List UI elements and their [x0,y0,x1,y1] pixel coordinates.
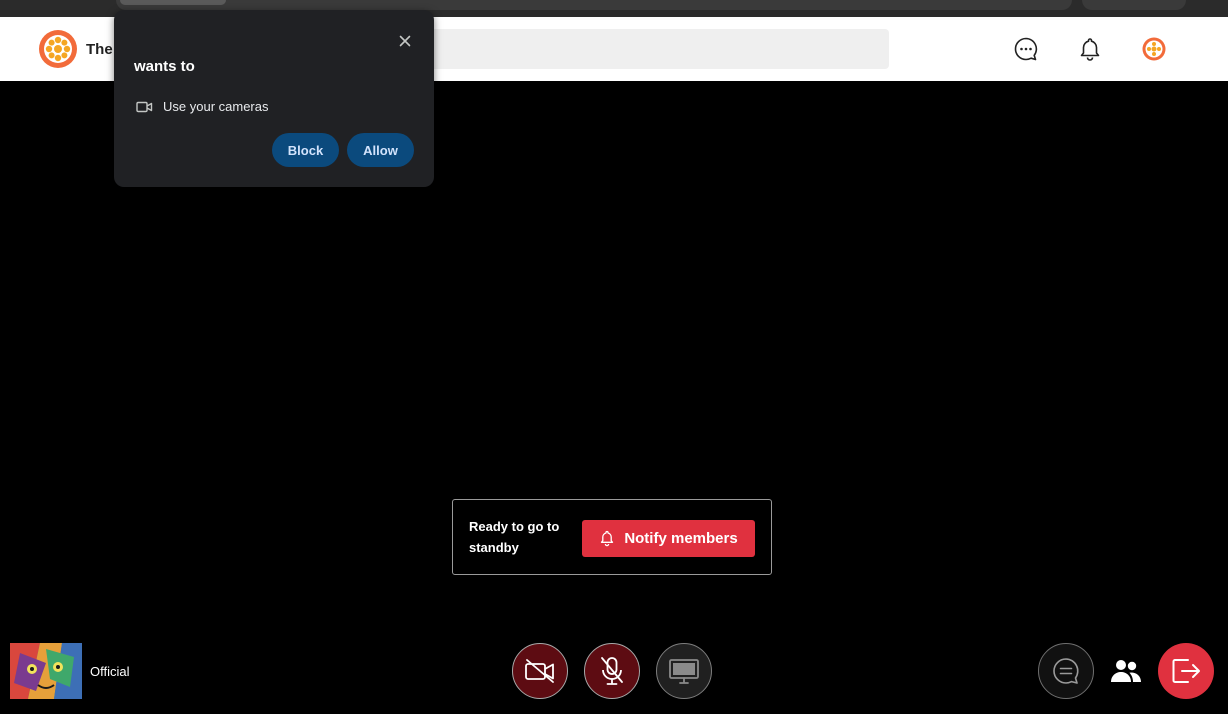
participants-button[interactable] [1098,643,1154,699]
app-name: The [86,41,113,58]
search-input[interactable] [420,29,889,69]
user-avatar[interactable] [1142,37,1166,61]
browser-profile-button[interactable] [1082,0,1186,10]
self-display-name: Official [90,664,130,679]
permission-item: Use your cameras [136,99,268,114]
camera-off-icon [525,659,554,683]
leave-button[interactable] [1158,643,1214,699]
toggle-camera-button[interactable] [512,643,568,699]
bell-icon [601,530,614,547]
share-screen-button[interactable] [656,643,712,699]
allow-button[interactable]: Allow [347,133,414,167]
exit-icon [1172,659,1200,683]
notify-members-label: Notify members [624,530,738,547]
notify-members-button[interactable]: Notify members [582,520,755,557]
messages-icon[interactable] [1013,36,1039,62]
address-bar-chip[interactable] [120,0,226,5]
toggle-microphone-button[interactable] [584,643,640,699]
close-icon[interactable] [396,32,414,50]
standby-message: Ready to go to standby [469,519,560,555]
chat-bubble-icon [1053,658,1079,684]
browser-address-bar[interactable] [116,0,1072,10]
app-logo-icon[interactable] [38,29,78,69]
microphone-off-icon [601,657,623,685]
permission-label: Use your cameras [163,99,269,114]
camera-permission-popup: wants to Use your cameras Block Allow [114,10,434,187]
chat-button[interactable] [1038,643,1094,699]
people-icon [1111,660,1141,682]
permission-title: wants to [134,58,195,75]
notifications-bell-icon[interactable] [1077,36,1103,62]
video-camera-icon [136,101,153,112]
monitor-icon [669,659,699,684]
self-video-thumbnail[interactable] [10,643,82,699]
block-button[interactable]: Block [272,133,339,167]
standby-panel: Ready to go to standby Notify members [452,499,772,575]
self-avatar-image [10,643,82,699]
